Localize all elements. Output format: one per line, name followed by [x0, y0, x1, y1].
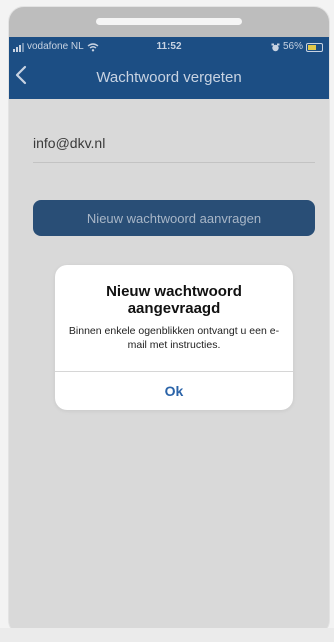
top-bezel [9, 7, 329, 37]
ok-button[interactable]: Ok [55, 372, 293, 410]
page-title: Wachtwoord vergeten [96, 69, 242, 86]
phone-screen: vodafone NL 11:52 56% Wachtwoord vergete… [8, 6, 330, 636]
battery-fill [308, 44, 317, 50]
status-bar: vodafone NL 11:52 56% [9, 37, 329, 57]
alert-dialog: Nieuw wachtwoord aangevraagd Binnen enke… [55, 265, 293, 410]
bottom-bezel [0, 628, 334, 642]
request-password-button[interactable]: Nieuw wachtwoord aanvragen [33, 200, 315, 236]
email-underline [33, 162, 315, 163]
nav-bar: Wachtwoord vergeten [9, 57, 329, 99]
alarm-icon [271, 43, 280, 51]
battery-percent: 56% [282, 41, 303, 52]
notch-pill [96, 18, 242, 25]
email-field[interactable]: info@dkv.nl [33, 135, 105, 151]
battery-icon [306, 42, 323, 52]
status-right: 56% [271, 37, 323, 57]
dialog-title: Nieuw wachtwoord aangevraagd [106, 283, 242, 317]
dialog-message: Binnen enkele ogenblikken ontvangt u een… [68, 325, 280, 351]
